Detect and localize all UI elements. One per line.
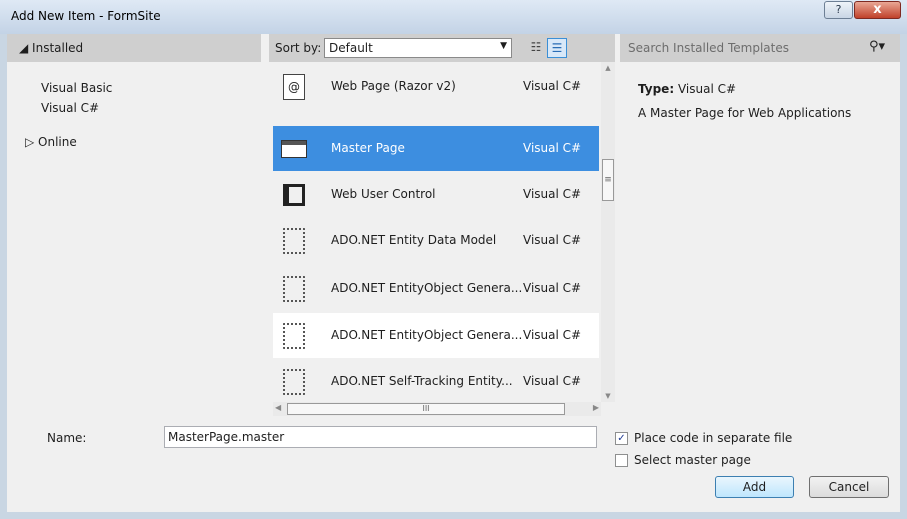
help-button[interactable]: ? [824,1,853,19]
template-name: Web User Control [331,187,436,201]
type-value: Visual C# [677,82,737,96]
select-master-checkbox[interactable] [615,454,628,467]
list-view-icon[interactable]: ☰ [547,38,567,58]
template-language: Visual C# [523,187,582,201]
template-row[interactable]: ADO.NET Self-Tracking Entity... Visual C… [273,359,599,404]
tree-item-visual-csharp[interactable]: Visual C# [41,101,99,115]
template-language: Visual C# [523,374,582,388]
template-pane: Sort by: Default ▼ ☷ ☰ @ Web Page (Razor… [269,34,615,416]
template-row[interactable]: ADO.NET Entity Data Model Visual C# [273,218,599,263]
template-name: Web Page (Razor v2) [331,79,456,93]
add-button[interactable]: Add [715,476,794,498]
details-pane: Search Installed Templates ⚲▾ Type: Visu… [620,34,900,416]
template-row[interactable]: @ Web Page (Razor v2) Visual C# [273,64,599,109]
template-name: ADO.NET Entity Data Model [331,233,497,247]
template-language: Visual C# [523,281,582,295]
vertical-scroll-thumb[interactable]: ≡ [602,159,614,201]
search-input[interactable]: Search Installed Templates [628,41,789,55]
template-list: @ Web Page (Razor v2) Visual C# Master P… [269,62,615,416]
sort-toolbar: Sort by: Default ▼ ☷ ☰ [269,34,615,62]
title-bar: Add New Item - FormSite ? x [0,0,907,34]
template-rows: @ Web Page (Razor v2) Visual C# Master P… [273,62,599,402]
vertical-scrollbar[interactable]: ▲ ≡ ▼ [601,62,615,402]
sort-label: Sort by: [275,41,322,55]
chevron-down-icon: ▼ [500,41,507,51]
tree-item-online[interactable]: ▷ Online [25,135,77,149]
file-icon [283,228,305,254]
template-name: ADO.NET Self-Tracking Entity... [331,374,513,388]
template-row[interactable]: ADO.NET EntityObject Genera... Visual C# [273,313,599,358]
select-master-label[interactable]: Select master page [634,453,751,467]
template-row[interactable]: Web User Control Visual C# [273,172,599,217]
place-code-checkbox[interactable]: ✓ [615,432,628,445]
cancel-button[interactable]: Cancel [809,476,889,498]
template-language: Visual C# [523,141,582,155]
name-field[interactable] [164,426,597,448]
user-control-icon [283,184,305,206]
template-name: Master Page [331,141,405,155]
horizontal-scroll-thumb[interactable]: III [287,403,565,415]
scroll-left-icon[interactable]: ◀ [275,403,281,412]
template-description: A Master Page for Web Applications [638,106,852,120]
scroll-up-icon[interactable]: ▲ [601,64,615,72]
place-code-label[interactable]: Place code in separate file [634,431,792,445]
template-language: Visual C# [523,233,582,247]
sort-dropdown[interactable]: Default ▼ [324,38,512,58]
type-line: Type: Visual C# [638,82,736,96]
dialog-body: ◢ Installed Visual Basic Visual C# ▷ Onl… [7,34,900,512]
installed-header[interactable]: ◢ Installed [7,34,261,62]
file-icon [283,323,305,349]
medium-icons-view-icon[interactable]: ☷ [526,38,546,58]
template-row[interactable]: ADO.NET EntityObject Genera... Visual C# [273,266,599,311]
file-icon [283,369,305,395]
template-row-selected[interactable]: Master Page Visual C# [273,126,599,171]
category-pane: ◢ Installed Visual Basic Visual C# ▷ Onl… [7,34,261,416]
scroll-right-icon[interactable]: ▶ [593,403,599,412]
tree-item-visual-basic[interactable]: Visual Basic [41,81,112,95]
template-language: Visual C# [523,79,582,93]
search-box[interactable]: Search Installed Templates ⚲▾ [620,34,900,62]
template-name: ADO.NET EntityObject Genera... [331,328,523,342]
template-language: Visual C# [523,328,582,342]
file-icon [283,276,305,302]
type-label: Type: [638,82,675,96]
sort-value: Default [329,41,373,55]
installed-label[interactable]: ◢ Installed [19,41,83,55]
name-label: Name: [47,431,87,445]
search-icon[interactable]: ⚲▾ [869,39,885,54]
web-page-icon: @ [283,74,305,100]
template-name: ADO.NET EntityObject Genera... [331,281,523,295]
close-button[interactable]: x [854,1,901,19]
master-page-icon [281,140,307,158]
window-title: Add New Item - FormSite [11,9,161,23]
scroll-down-icon[interactable]: ▼ [601,392,615,400]
horizontal-scrollbar[interactable]: ◀ III ▶ [273,402,601,416]
